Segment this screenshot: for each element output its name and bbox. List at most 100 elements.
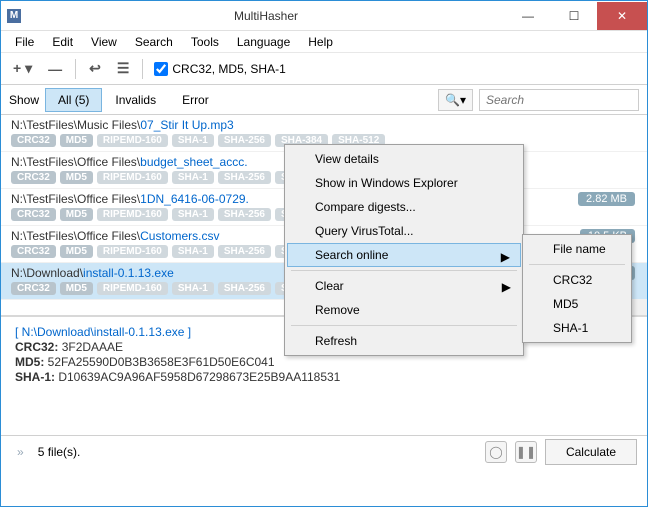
context-menu-item[interactable]: Remove: [287, 298, 521, 322]
calculate-button[interactable]: Calculate: [545, 439, 637, 465]
pause-button[interactable]: ❚❚: [515, 441, 537, 463]
menu-separator: [291, 325, 517, 326]
hash-types-checkbox[interactable]: CRC32, MD5, SHA-1: [154, 62, 285, 76]
file-name: 07_Stir It Up.mp3: [140, 118, 233, 132]
file-name: 1DN_6416-06-0729.: [140, 192, 249, 206]
remove-button[interactable]: —: [42, 57, 68, 81]
hash-badge: SHA-1: [172, 134, 214, 147]
stop-button[interactable]: ◯: [485, 441, 507, 463]
hash-badge: CRC32: [11, 208, 56, 221]
context-submenu-item[interactable]: File name: [525, 237, 629, 261]
hash-badge: SHA-256: [218, 171, 271, 184]
menu-file[interactable]: File: [7, 33, 42, 51]
hash-badge: SHA-256: [218, 245, 271, 258]
hash-badge: RIPEMD-160: [97, 245, 168, 258]
detail-label: CRC32:: [15, 340, 62, 354]
app-icon: M: [7, 9, 21, 23]
menubar: FileEditViewSearchToolsLanguageHelp: [1, 31, 647, 53]
file-path: N:\Download\: [11, 266, 83, 280]
separator: [75, 59, 76, 79]
filter-tab[interactable]: Invalids: [102, 88, 169, 112]
file-size: 2.82 MB: [578, 192, 635, 206]
hash-badge: MD5: [60, 134, 93, 147]
detail-value: D10639AC9A96AF5958D67298673E25B9AA118531: [58, 370, 340, 384]
search-dropdown-button[interactable]: 🔍▾: [438, 89, 473, 111]
context-submenu: File name CRC32MD5SHA-1: [522, 234, 632, 343]
window-title: MultiHasher: [27, 9, 505, 23]
context-submenu-item[interactable]: SHA-1: [525, 316, 629, 340]
file-name: budget_sheet_accc.: [140, 155, 247, 169]
toolbar: + ▾ — ↩ ☰ CRC32, MD5, SHA-1: [1, 53, 647, 85]
hash-badge: CRC32: [11, 282, 56, 295]
hash-badge: RIPEMD-160: [97, 171, 168, 184]
separator: [142, 59, 143, 79]
options-button[interactable]: ☰: [111, 56, 136, 81]
file-name: install-0.1.13.exe: [83, 266, 174, 280]
hash-badge: SHA-1: [172, 245, 214, 258]
submenu-arrow-icon: ▶: [501, 250, 510, 264]
file-path: N:\TestFiles\Office Files\: [11, 155, 140, 169]
submenu-arrow-icon: ▶: [502, 280, 511, 294]
hash-badge: CRC32: [11, 134, 56, 147]
hash-badge: MD5: [60, 245, 93, 258]
menu-search[interactable]: Search: [127, 33, 181, 51]
hash-badge: MD5: [60, 208, 93, 221]
menu-language[interactable]: Language: [229, 33, 298, 51]
back-button[interactable]: ↩: [83, 56, 107, 81]
context-submenu-item[interactable]: CRC32: [525, 268, 629, 292]
maximize-button[interactable]: ☐: [551, 2, 597, 30]
titlebar: M MultiHasher — ☐ ✕: [1, 1, 647, 31]
file-path: N:\TestFiles\Office Files\: [11, 192, 140, 206]
menu-tools[interactable]: Tools: [183, 33, 227, 51]
status-prefix: »: [11, 445, 30, 459]
file-path: N:\TestFiles\Office Files\: [11, 229, 140, 243]
hash-badge: MD5: [60, 171, 93, 184]
menu-separator: [529, 264, 625, 265]
menu-edit[interactable]: Edit: [44, 33, 81, 51]
show-label: Show: [9, 93, 39, 107]
context-menu: View detailsShow in Windows ExplorerComp…: [284, 144, 524, 356]
add-button[interactable]: + ▾: [7, 56, 38, 81]
minimize-button[interactable]: —: [505, 2, 551, 30]
hash-badge: SHA-1: [172, 208, 214, 221]
hash-badge: CRC32: [11, 171, 56, 184]
filter-tab[interactable]: Error: [169, 88, 222, 112]
menu-help[interactable]: Help: [300, 33, 341, 51]
hash-badge: RIPEMD-160: [97, 282, 168, 295]
hash-badge: SHA-256: [218, 208, 271, 221]
hash-badge: SHA-1: [172, 171, 214, 184]
detail-line: SHA-1: D10639AC9A96AF5958D67298673E25B9A…: [15, 370, 633, 384]
menu-view[interactable]: View: [83, 33, 125, 51]
hash-badge: SHA-256: [218, 134, 271, 147]
context-menu-item[interactable]: View details: [287, 147, 521, 171]
hash-types-check-input[interactable]: [154, 62, 168, 76]
detail-value: 52FA25590D0B3B3658E3F61D50E6C041: [48, 355, 275, 369]
context-submenu-item[interactable]: MD5: [525, 292, 629, 316]
detail-line: MD5: 52FA25590D0B3B3658E3F61D50E6C041: [15, 355, 633, 369]
context-menu-item[interactable]: Clear▶: [287, 274, 521, 298]
hash-badge: CRC32: [11, 245, 56, 258]
context-menu-item[interactable]: Compare digests...: [287, 195, 521, 219]
detail-label: MD5:: [15, 355, 48, 369]
hash-badge: SHA-1: [172, 282, 214, 295]
hash-badge: SHA-256: [218, 282, 271, 295]
status-bar: » 5 file(s). ◯ ❚❚ Calculate: [1, 435, 647, 467]
file-name: Customers.csv: [140, 229, 219, 243]
menu-separator: [291, 270, 517, 271]
detail-value: 3F2DAAAE: [62, 340, 123, 354]
filter-bar: Show All (5)InvalidsError 🔍▾: [1, 85, 647, 115]
detail-label: SHA-1:: [15, 370, 58, 384]
context-menu-item[interactable]: Search online▶: [287, 243, 521, 267]
file-path: N:\TestFiles\Music Files\: [11, 118, 140, 132]
filter-tab[interactable]: All (5): [45, 88, 102, 112]
context-menu-item[interactable]: Refresh: [287, 329, 521, 353]
hash-types-label: CRC32, MD5, SHA-1: [172, 62, 285, 76]
hash-badge: RIPEMD-160: [97, 208, 168, 221]
status-text: 5 file(s).: [38, 445, 81, 459]
hash-badge: MD5: [60, 282, 93, 295]
search-input[interactable]: [479, 89, 639, 111]
close-button[interactable]: ✕: [597, 2, 647, 30]
context-menu-item[interactable]: Query VirusTotal...: [287, 219, 521, 243]
hash-badge: RIPEMD-160: [97, 134, 168, 147]
context-menu-item[interactable]: Show in Windows Explorer: [287, 171, 521, 195]
